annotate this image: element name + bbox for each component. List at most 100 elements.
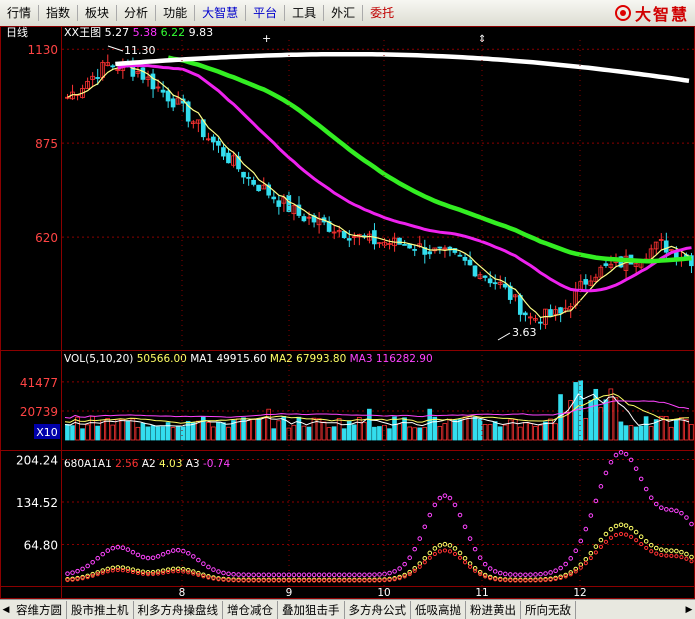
osc-a3-dot: [246, 572, 251, 578]
candle-body: [467, 259, 473, 266]
indicator-tab-4[interactable]: 叠加狙击手: [278, 600, 345, 619]
volume-bar: [432, 416, 438, 441]
osc-a3-dot: [286, 572, 292, 578]
osc-a3-dot: [669, 507, 674, 513]
menu-item-0[interactable]: 行情: [0, 0, 38, 26]
osc-a3-dot: [311, 572, 317, 578]
osc-a1-dot: [367, 578, 372, 583]
osc-a1-dot: [493, 577, 498, 582]
menu-item-2[interactable]: 板块: [78, 0, 116, 26]
volume-bar: [336, 418, 342, 441]
osc-a1-dot: [397, 576, 402, 581]
osc-a3-dot: [452, 502, 458, 508]
osc-a1-dot: [306, 578, 312, 583]
osc-a3-dot: [447, 495, 453, 501]
candle-body: [482, 275, 488, 278]
osc-a1-dot: [513, 578, 518, 583]
indicator-tab-0[interactable]: 容维方圆: [12, 600, 67, 619]
menu-item-8[interactable]: 外汇: [324, 0, 362, 26]
osc-a1-dot: [457, 555, 463, 560]
menu-item-9[interactable]: 委托: [363, 0, 401, 26]
volume-bar: [467, 416, 473, 441]
volume-bar: [216, 421, 221, 441]
volume-bar: [422, 426, 428, 441]
candle-body: [402, 244, 407, 246]
volume-bar: [211, 426, 216, 441]
osc-a3-dot: [140, 554, 146, 560]
osc-a3-dot: [160, 551, 166, 557]
osc-a1-dot: [70, 577, 75, 582]
candle-body: [538, 321, 543, 324]
osc-a3-dot: [70, 570, 75, 575]
osc-a3-dot: [638, 476, 644, 482]
osc-a3-dot: [684, 515, 689, 520]
osc-a2-dot: [432, 546, 438, 551]
candle-body: [110, 65, 116, 68]
osc-a3-dot: [95, 555, 101, 561]
osc-a3-dot: [412, 546, 418, 552]
osc-a3-dot: [397, 566, 402, 571]
volume-bar: [633, 426, 639, 441]
volume-bar: [85, 424, 90, 441]
candle-body: [160, 89, 166, 93]
osc-a2-dot: [689, 554, 694, 560]
osc-a3-dot: [75, 568, 80, 574]
indicator-tab-2[interactable]: 利多方舟操盘线: [134, 600, 223, 619]
osc-a2-dot: [643, 538, 649, 544]
osc-a3-dot: [271, 572, 277, 578]
indicator-tab-8[interactable]: 所向无敌: [521, 600, 576, 619]
osc-a3-dot: [583, 526, 589, 532]
volume-bar: [70, 425, 75, 441]
menu-item-5[interactable]: 大智慧: [195, 0, 245, 26]
osc-a1-dot: [462, 560, 468, 565]
volume-bar: [145, 426, 151, 441]
osc-a1-dot: [553, 576, 558, 582]
osc-a1-dot: [236, 578, 241, 583]
volume-bar: [517, 426, 523, 441]
candle-body: [301, 216, 307, 222]
osc-a3-dot: [487, 566, 493, 571]
chart-area[interactable]: 日线 XX王图 5.27 5.38 6.22 9.83 1130 875 620 + ⇕ 1…: [0, 26, 695, 599]
osc-a2-dot: [638, 534, 644, 540]
volume-bar: [356, 417, 362, 441]
osc-a3-dot: [472, 546, 478, 552]
osc-a3-dot: [387, 570, 392, 576]
osc-a1-dot: [442, 548, 448, 553]
tab-scroll-left-icon[interactable]: ◀: [0, 601, 12, 619]
osc-a1-dot: [65, 577, 70, 583]
menu-item-6[interactable]: 平台: [246, 0, 284, 26]
menu-item-4[interactable]: 功能: [156, 0, 194, 26]
menu-item-7[interactable]: 工具: [285, 0, 323, 26]
indicator-tab-7[interactable]: 粉进黄出: [466, 600, 521, 619]
volume-bar: [603, 399, 609, 441]
osc-a1-dot: [412, 568, 417, 573]
volume-bar: [301, 425, 307, 441]
osc-a3-dot: [115, 544, 121, 550]
candle-body: [276, 200, 282, 207]
osc-a3-dot: [392, 569, 397, 574]
osc-a3-dot: [145, 555, 151, 561]
osc-a1-dot: [629, 534, 634, 539]
osc-a3-dot: [125, 547, 131, 552]
volume-bar: [326, 427, 332, 441]
volume-bar: [462, 416, 468, 441]
indicator-tab-1[interactable]: 股市推土机: [67, 600, 134, 619]
osc-a1-dot: [674, 554, 679, 559]
volume-bar: [80, 428, 85, 441]
osc-a3-dot: [301, 572, 307, 578]
tab-scroll-right-icon[interactable]: ▶: [683, 601, 695, 619]
menu-item-3[interactable]: 分析: [117, 0, 155, 26]
osc-a1-dot: [352, 578, 357, 583]
osc-a1-dot: [387, 577, 392, 582]
volume-bar: [623, 425, 629, 441]
osc-a3-dot: [553, 568, 558, 574]
osc-a1-dot: [548, 577, 553, 582]
indicator-tab-6[interactable]: 低吸高抛: [411, 600, 466, 619]
osc-a3-dot: [266, 572, 272, 578]
osc-a1-dot: [171, 569, 176, 574]
indicator-tab-3[interactable]: 增仓减仓: [223, 600, 278, 619]
osc-a1-dot: [422, 560, 427, 565]
osc-a1-dot: [518, 578, 523, 583]
menu-item-1[interactable]: 指数: [39, 0, 77, 26]
indicator-tab-5[interactable]: 多方舟公式: [345, 600, 411, 619]
